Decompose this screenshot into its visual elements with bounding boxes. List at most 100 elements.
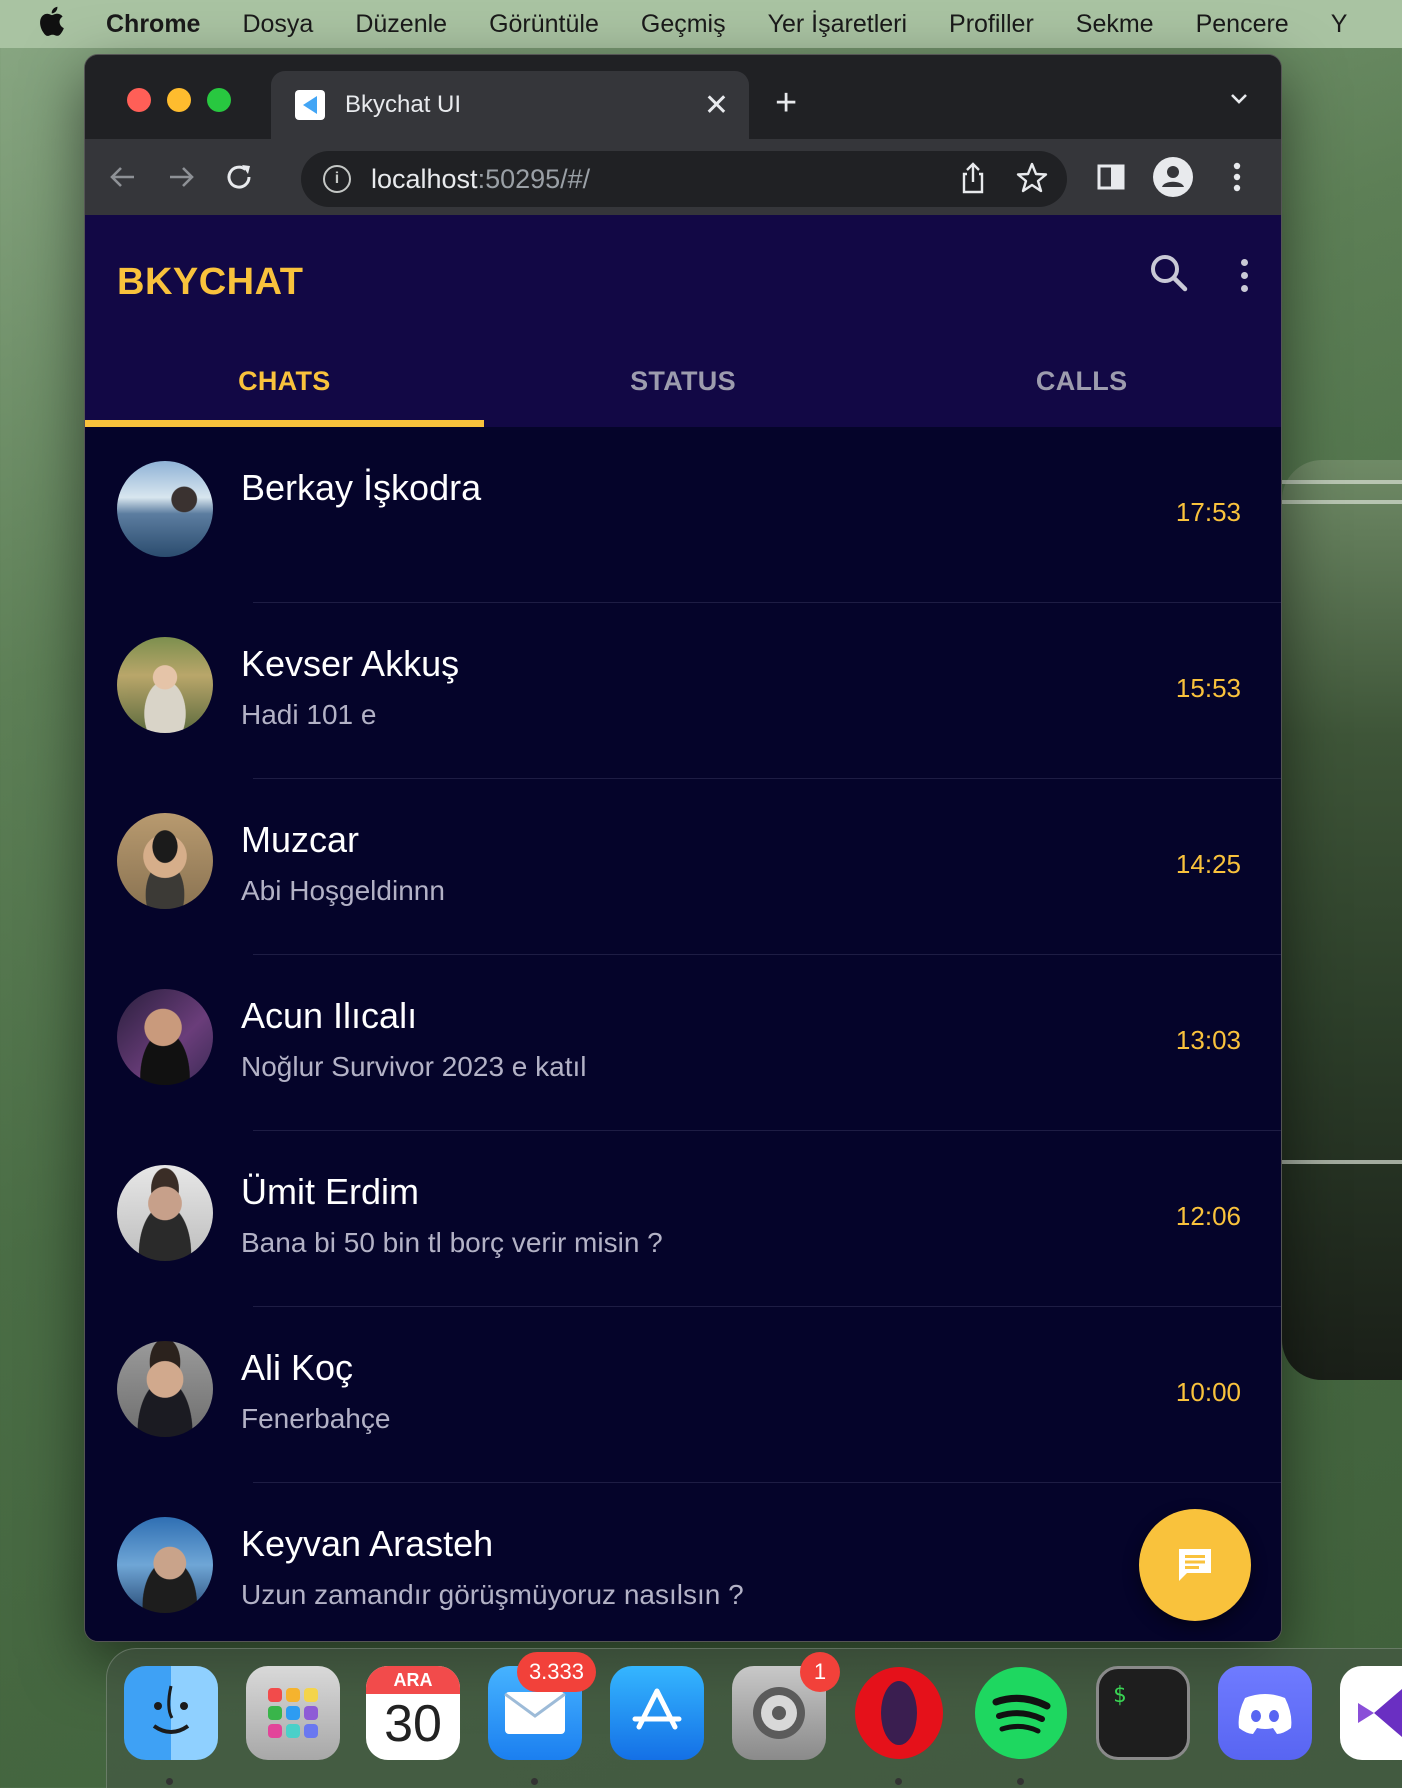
- app-store-icon[interactable]: [610, 1666, 704, 1760]
- address-bar[interactable]: i localhost:50295/#/: [301, 151, 1067, 207]
- chat-item[interactable]: Berkay İşkodra 17:53: [85, 427, 1281, 603]
- app-bar: BKYCHAT CHATS STATUS CALLS: [85, 215, 1281, 427]
- terminal-icon[interactable]: $: [1096, 1666, 1190, 1760]
- avatar: [117, 1341, 213, 1437]
- chat-name: Kevser Akkuş: [241, 643, 460, 684]
- new-tab-plus-icon[interactable]: +: [775, 83, 797, 123]
- menubar-app-name[interactable]: Chrome: [106, 10, 200, 39]
- tab-calls[interactable]: CALLS: [882, 335, 1281, 427]
- menu-yer-isaretleri[interactable]: Yer İşaretleri: [768, 10, 907, 39]
- mail-icon[interactable]: 3.333: [488, 1652, 596, 1760]
- launchpad-icon[interactable]: [246, 1666, 340, 1760]
- avatar: [117, 461, 213, 557]
- system-settings-gear-icon[interactable]: 1: [732, 1652, 840, 1760]
- avatar: [117, 813, 213, 909]
- chat-name: Keyvan Arasteh: [241, 1523, 494, 1564]
- back-arrow-icon[interactable]: [99, 153, 147, 201]
- minimize-window-button[interactable]: [167, 88, 191, 112]
- desktop-wallpaper-car: [1282, 460, 1402, 1380]
- menu-gecmis[interactable]: Geçmiş: [641, 10, 726, 39]
- tab-strip: Bkychat UI ✕ +: [85, 55, 1281, 139]
- bkychat-app: BKYCHAT CHATS STATUS CALLS Berkay İşkodr…: [85, 215, 1281, 1641]
- chat-time: 14:25: [1175, 849, 1241, 879]
- avatar: [117, 1517, 213, 1613]
- reload-icon[interactable]: [215, 153, 263, 201]
- new-chat-message-fab[interactable]: [1139, 1509, 1251, 1621]
- chat-last-message: Fenerbahçe: [241, 1403, 391, 1434]
- chat-last-message: Noğlur Survivor 2023 e katıl: [241, 1051, 587, 1082]
- avatar: [117, 1165, 213, 1261]
- browser-tab[interactable]: Bkychat UI ✕: [271, 71, 749, 139]
- menu-goruntule[interactable]: Görüntüle: [489, 10, 599, 39]
- tab-title: Bkychat UI: [345, 91, 462, 118]
- fullscreen-window-button[interactable]: [207, 88, 231, 112]
- chat-item[interactable]: Kevser Akkuş Hadi 101 e 15:53: [85, 603, 1281, 779]
- chrome-window: Bkychat UI ✕ + i localhost:50295/#/ BKY…: [84, 54, 1282, 1642]
- chat-name: Ali Koç: [241, 1347, 354, 1388]
- chat-name: Muzcar: [241, 819, 360, 860]
- chat-item[interactable]: Ümit Erdim Bana bi 50 bin tl borç verir …: [85, 1131, 1281, 1307]
- chat-last-message: Abi Hoşgeldinnn: [241, 875, 445, 906]
- url-path: :50295/#/: [477, 163, 591, 194]
- tab-search-chevron-down-icon[interactable]: [1227, 87, 1251, 116]
- chat-name: Berkay İşkodra: [241, 467, 482, 508]
- running-indicator: [1017, 1778, 1024, 1785]
- tab-status[interactable]: STATUS: [484, 335, 883, 427]
- chat-time: 17:53: [1175, 497, 1241, 527]
- app-title: BKYCHAT: [117, 261, 304, 303]
- chat-item[interactable]: Acun Ilıcalı Noğlur Survivor 2023 e katı…: [85, 955, 1281, 1131]
- profile-avatar-icon[interactable]: [1149, 153, 1197, 201]
- spotify-icon[interactable]: [974, 1666, 1068, 1760]
- chat-item[interactable]: Ali Koç Fenerbahçe 10:00: [85, 1307, 1281, 1483]
- calendar-icon[interactable]: ARA 30: [366, 1666, 460, 1760]
- url-host: localhost: [371, 163, 478, 194]
- calendar-month: ARA: [366, 1666, 460, 1694]
- chat-last-message: Bana bi 50 bin tl borç verir misin ?: [241, 1227, 663, 1258]
- chat-time: 12:06: [1175, 1201, 1241, 1231]
- chat-last-message: Hadi 101 e: [241, 699, 377, 730]
- bookmark-star-icon[interactable]: [1015, 161, 1049, 200]
- running-indicator: [531, 1778, 538, 1785]
- menu-sekme[interactable]: Sekme: [1076, 10, 1154, 39]
- running-indicator: [895, 1778, 902, 1785]
- menu-dosya[interactable]: Dosya: [242, 10, 313, 39]
- tab-chats[interactable]: CHATS: [85, 335, 484, 427]
- browser-toolbar: i localhost:50295/#/: [85, 139, 1281, 215]
- chat-name: Ümit Erdim: [241, 1171, 419, 1212]
- chat-time: 15:53: [1175, 673, 1241, 703]
- visual-studio-icon[interactable]: [1340, 1666, 1402, 1760]
- apple-logo-icon[interactable]: [38, 6, 68, 43]
- avatar: [117, 989, 213, 1085]
- mail-badge: 3.333: [516, 1652, 596, 1692]
- chrome-menu-kebab-icon[interactable]: [1213, 153, 1261, 201]
- macos-menubar: Chrome Dosya Düzenle Görüntüle Geçmiş Ye…: [0, 0, 1402, 48]
- message-icon: [1179, 1549, 1211, 1581]
- more-options-icon[interactable]: [1229, 251, 1259, 299]
- chat-name: Acun Ilıcalı: [241, 995, 418, 1036]
- search-icon[interactable]: [1145, 249, 1193, 297]
- flutter-favicon-icon: [295, 90, 325, 120]
- share-icon[interactable]: [957, 161, 989, 200]
- chat-item[interactable]: Muzcar Abi Hoşgeldinnn 14:25: [85, 779, 1281, 955]
- chat-list: Berkay İşkodra 17:53 Kevser Akkuş Hadi 1…: [85, 427, 1281, 1641]
- site-info-icon[interactable]: i: [323, 165, 351, 193]
- menu-duzenle[interactable]: Düzenle: [355, 10, 447, 39]
- chat-item[interactable]: Keyvan Arasteh Uzun zamandır görüşmüyoru…: [85, 1483, 1281, 1641]
- close-window-button[interactable]: [127, 88, 151, 112]
- tab-close-icon[interactable]: ✕: [704, 88, 729, 123]
- tab-bar: CHATS STATUS CALLS: [85, 335, 1281, 427]
- settings-badge: 1: [800, 1652, 840, 1692]
- menu-yardim[interactable]: Y: [1331, 10, 1348, 39]
- avatar: [117, 637, 213, 733]
- chat-time: 10:00: [1175, 1377, 1241, 1407]
- opera-icon[interactable]: [852, 1666, 946, 1760]
- discord-icon[interactable]: [1218, 1666, 1312, 1760]
- side-panel-icon[interactable]: [1087, 153, 1135, 201]
- finder-icon[interactable]: [124, 1666, 218, 1760]
- chat-time: 13:03: [1175, 1025, 1241, 1055]
- forward-arrow-icon[interactable]: [157, 153, 205, 201]
- calendar-day: 30: [384, 1695, 442, 1753]
- menu-pencere[interactable]: Pencere: [1196, 10, 1289, 39]
- running-indicator: [166, 1778, 173, 1785]
- menu-profiller[interactable]: Profiller: [949, 10, 1034, 39]
